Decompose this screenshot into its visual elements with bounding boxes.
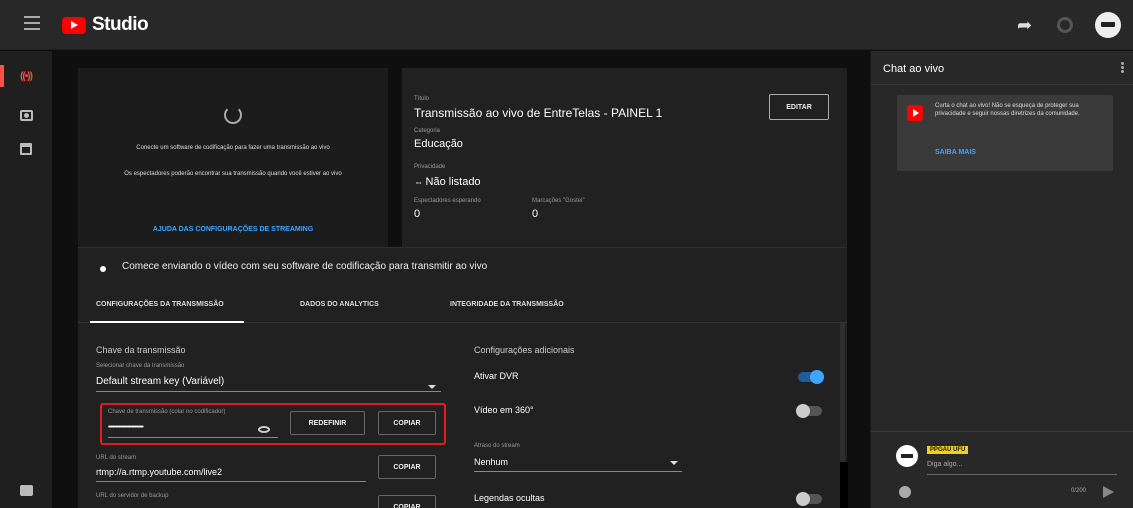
menu-icon[interactable] [24, 16, 40, 30]
toggle-knob [796, 404, 810, 418]
camera-icon [19, 109, 33, 121]
char-count: 0/200 [1071, 488, 1087, 494]
likes-count: 0 [532, 208, 539, 220]
key-select-label: Selecionar chave da transmissão [96, 363, 185, 369]
copy-url-button[interactable]: COPIAR [378, 455, 436, 479]
stream-info-panel: Título Transmissão ao vivo de EntreTelas… [402, 68, 847, 248]
stream-preview: Conecte um software de codificação para … [78, 68, 388, 248]
loading-spinner-icon [224, 106, 242, 124]
waiting-count: 0 [414, 208, 421, 220]
delay-label: Atraso do stream [474, 443, 520, 449]
avatar[interactable] [1095, 12, 1121, 38]
copy-backup-button[interactable]: COPIAR [378, 495, 436, 508]
stream-title: Transmissão ao vivo de EntreTelas - PAIN… [414, 106, 663, 120]
main-content: Conecte um software de codificação para … [62, 51, 862, 508]
send-icon[interactable] [1103, 486, 1114, 498]
copy-key-button[interactable]: COPIAR [378, 411, 436, 435]
captions-label: Legendas ocultas [474, 493, 545, 503]
status-banner: Comece enviando o vídeo com seu software… [78, 247, 847, 289]
emoji-icon[interactable] [899, 486, 911, 498]
tab-bar: CONFIGURAÇÕES DA TRANSMISSÃO DADOS DO AN… [78, 289, 847, 323]
key-field-label: Chave de transmissão (colar no codificad… [108, 409, 226, 415]
chat-welcome-message: Curta o chat ao vivo! Não se esqueça de … [897, 95, 1113, 171]
share-icon[interactable]: ➦ [1017, 16, 1035, 34]
youtube-icon [907, 105, 923, 121]
likes-label: Marcações "Gostei" [532, 198, 585, 204]
calendar-icon [20, 143, 32, 155]
feedback-icon [19, 484, 33, 496]
divider [840, 462, 848, 508]
stream-url-value[interactable]: rtmp://a.rtmp.youtube.com/live2 [96, 467, 222, 477]
delay-underline [474, 471, 682, 472]
learn-more-link[interactable]: SAIBA MAIS [935, 149, 976, 156]
additional-settings-heading: Configurações adicionais [474, 345, 575, 355]
title-label: Título [414, 96, 430, 102]
privacy-label: Privacidade [414, 164, 446, 170]
preview-sub-message: Os espectadores poderão encontrar sua tr… [124, 171, 342, 177]
top-right-actions: ➦ [1017, 12, 1121, 38]
tab-stream-settings[interactable]: CONFIGURAÇÕES DA TRANSMISSÃO [90, 301, 244, 323]
tab-stream-health[interactable]: INTEGRIDADE DA TRANSMISSÃO [450, 301, 564, 308]
edit-button[interactable]: EDITAR [769, 94, 829, 120]
gear-icon[interactable] [1057, 17, 1073, 33]
chat-input[interactable]: Diga algo... [927, 461, 962, 468]
delay-value[interactable]: Nenhum [474, 457, 508, 467]
privacy-value: ⇔ Não listado [414, 176, 481, 188]
chat-header: Chat ao vivo [871, 51, 1133, 85]
key-select-value[interactable]: Default stream key (Variável) [96, 376, 224, 387]
nav-item-feedback[interactable] [0, 477, 52, 503]
chat-username: PPGAU UFU [927, 446, 969, 454]
toggle-knob [796, 492, 810, 506]
category-label: Categoria [414, 128, 441, 134]
stream-key-heading: Chave da transmissão [96, 345, 186, 355]
reset-button[interactable]: REDEFINIR [290, 411, 365, 435]
nav-item-webcam[interactable] [0, 102, 52, 128]
nav-item-live[interactable]: ((•)) [0, 63, 52, 89]
key-field-underline [108, 437, 278, 438]
stream-settings-panel: Chave da transmissão Selecionar chave da… [78, 323, 847, 508]
status-dot-icon [100, 266, 106, 272]
stream-key-field[interactable]: •••••••••••••••••••••••• [108, 424, 144, 431]
banner-text: Comece enviando o vídeo com seu software… [122, 261, 488, 272]
link-icon: ⇔ [414, 177, 426, 187]
preview-message: Conecte um software de codificação para … [136, 145, 330, 151]
welcome-text: Curta o chat ao vivo! Não se esqueça de … [935, 103, 1080, 117]
eye-icon[interactable] [258, 426, 270, 433]
chat-input-underline [927, 474, 1117, 475]
url-underline [96, 481, 366, 482]
chevron-down-icon[interactable] [670, 461, 678, 465]
chevron-down-icon[interactable] [428, 385, 436, 389]
live-chat-panel: Chat ao vivo Curta o chat ao vivo! Não s… [870, 51, 1133, 508]
chat-title: Chat ao vivo [883, 63, 945, 75]
dvr-label: Ativar DVR [474, 371, 519, 381]
url-label: URL do stream [96, 455, 137, 461]
more-options-icon[interactable] [1121, 62, 1124, 73]
left-nav: ((•)) [0, 51, 52, 508]
key-select-underline [96, 391, 441, 392]
streaming-help-link[interactable]: AJUDA DAS CONFIGURAÇÕES DE STREAMING [98, 226, 368, 233]
chat-avatar [896, 445, 918, 467]
app-name: Studio [92, 14, 149, 35]
youtube-studio-logo[interactable]: Studio [62, 14, 149, 36]
top-bar: Studio ➦ [0, 0, 1133, 50]
backup-url-label: URL do servidor de backup [96, 493, 169, 499]
privacy-text: Não listado [425, 176, 481, 188]
category-value: Educação [414, 138, 463, 150]
nav-item-manage[interactable] [0, 136, 52, 162]
video360-toggle[interactable] [796, 404, 822, 418]
tab-analytics[interactable]: DADOS DO ANALYTICS [300, 301, 379, 308]
dvr-toggle[interactable] [798, 370, 824, 384]
waiting-label: Espectadores esperando [414, 198, 481, 204]
video360-label: Vídeo em 360° [474, 405, 534, 415]
live-icon: ((•)) [20, 70, 33, 82]
captions-toggle[interactable] [796, 492, 822, 506]
chat-input-area: PPGAU UFU Diga algo... 0/200 [871, 431, 1133, 508]
toggle-knob [810, 370, 824, 384]
youtube-logo-icon [62, 16, 86, 34]
